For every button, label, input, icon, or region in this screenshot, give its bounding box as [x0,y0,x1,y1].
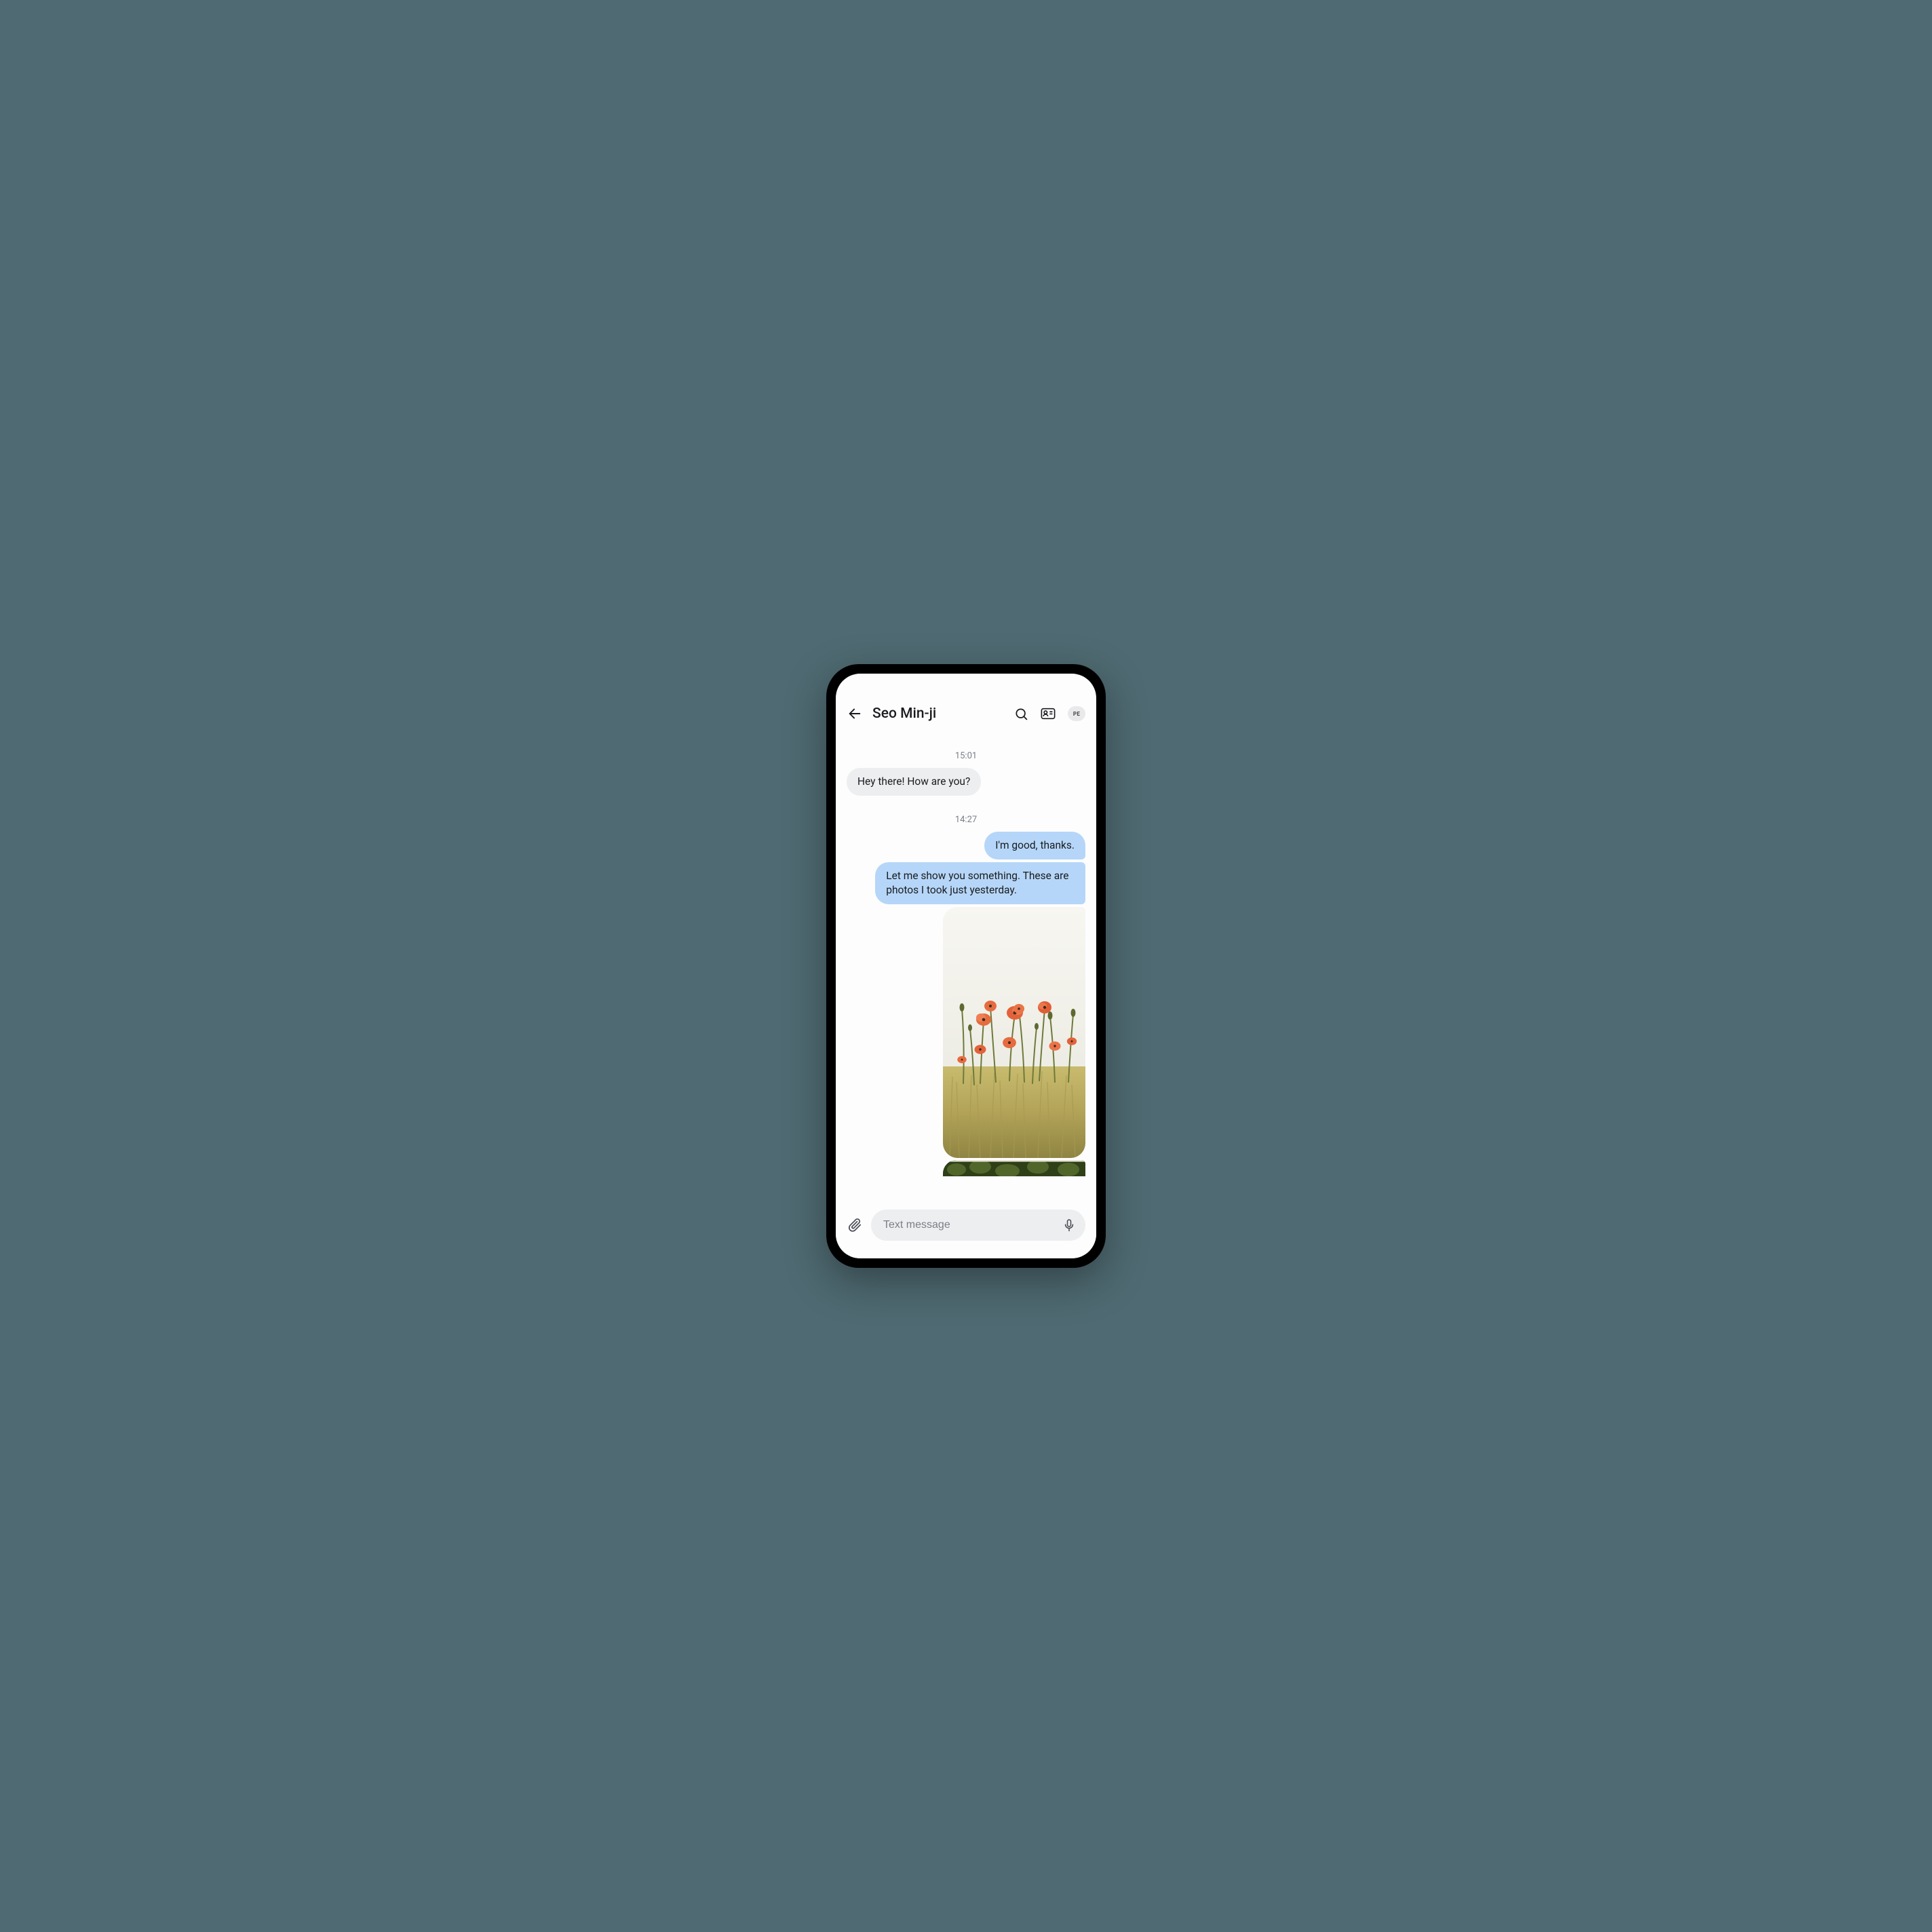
contact-avatar[interactable]: PE [1068,706,1085,721]
voice-button[interactable] [1061,1217,1077,1233]
contact-name[interactable]: Seo Min-ji [872,706,1004,722]
microphone-icon [1062,1218,1076,1232]
chat-header: Seo Min-ji [836,674,1096,731]
message-input[interactable] [883,1219,1061,1231]
compose-bar [836,1203,1096,1258]
header-actions: PE [1013,706,1085,721]
message-list[interactable]: 15:01 Hey there! How are you? 14:27 I'm … [836,731,1096,1203]
search-button[interactable] [1013,706,1028,721]
message-photo[interactable] [943,907,1085,1158]
message-photo-partial[interactable] [943,1160,1085,1176]
contact-card-icon [1041,708,1056,720]
timestamp: 15:01 [847,751,1085,761]
timestamp: 14:27 [847,815,1085,825]
message-input-wrapper[interactable] [871,1210,1085,1241]
message-outgoing[interactable]: I'm good, thanks. [984,832,1085,859]
back-button[interactable] [847,706,863,722]
attach-button[interactable] [847,1217,863,1233]
phone-frame: Seo Min-ji [826,664,1106,1268]
arrow-left-icon [847,706,862,721]
screen: Seo Min-ji [836,674,1096,1258]
message-incoming[interactable]: Hey there! How are you? [847,768,981,796]
search-icon [1014,707,1028,721]
contact-card-button[interactable] [1041,706,1056,721]
message-outgoing[interactable]: Let me show you something. These are pho… [875,862,1085,904]
paperclip-icon [847,1218,862,1233]
